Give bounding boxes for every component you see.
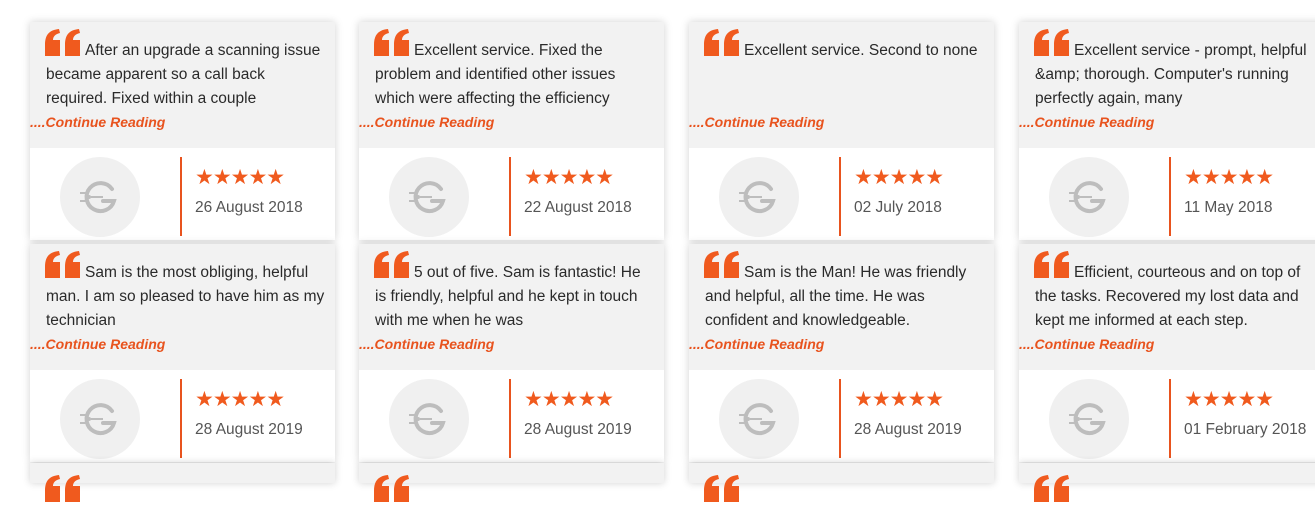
testimonial-card: 5 out of five. Sam is fantastic! He is f…: [359, 244, 664, 462]
star-rating: ★★★★★: [195, 388, 285, 411]
divider: [839, 379, 841, 458]
review-text: After an upgrade a scanning issue became…: [46, 42, 321, 107]
testimonial-body: After an upgrade a scanning issue became…: [30, 22, 335, 148]
quote-icon: [45, 475, 81, 503]
divider: [509, 157, 511, 236]
divider: [180, 379, 182, 458]
avatar: [389, 379, 469, 459]
continue-reading-link[interactable]: ....Continue Reading: [689, 336, 824, 352]
review-text: Excellent service. Fixed the problem and…: [375, 42, 616, 107]
testimonial-body: Excellent service. Second to none ....Co…: [689, 22, 994, 148]
avatar: [719, 379, 799, 459]
avatar: [1049, 157, 1129, 237]
continue-reading-link[interactable]: ....Continue Reading: [359, 114, 494, 130]
review-date: 22 August 2018: [524, 199, 632, 216]
star-rating: ★★★★★: [854, 388, 944, 411]
star-rating: ★★★★★: [524, 388, 614, 411]
review-text: Excellent service - prompt, helpful &amp…: [1035, 42, 1307, 107]
testimonial-card: After an upgrade a scanning issue became…: [30, 22, 335, 240]
review-text: Sam is the most obliging, helpful man. I…: [46, 264, 325, 329]
star-rating: ★★★★★: [854, 166, 944, 189]
testimonial-card-partial: [30, 463, 335, 502]
continue-reading-link[interactable]: ....Continue Reading: [1019, 336, 1154, 352]
avatar: [719, 157, 799, 237]
testimonial-card-partial: [1019, 463, 1315, 502]
testimonial-card-partial: [359, 463, 664, 502]
testimonial-card: Excellent service - prompt, helpful &amp…: [1019, 22, 1315, 240]
divider: [839, 157, 841, 236]
avatar: [1049, 379, 1129, 459]
testimonial-card: Sam is the Man! He was friendly and help…: [689, 244, 994, 462]
review-date: 26 August 2018: [195, 199, 303, 216]
testimonial-body: Sam is the Man! He was friendly and help…: [689, 244, 994, 370]
avatar: [60, 157, 140, 237]
testimonial-body: Efficient, courteous and on top of the t…: [1019, 244, 1315, 370]
testimonial-body: Excellent service - prompt, helpful &amp…: [1019, 22, 1315, 148]
testimonial-card-partial: [689, 463, 994, 502]
continue-reading-link[interactable]: ....Continue Reading: [30, 336, 165, 352]
avatar: [60, 379, 140, 459]
divider: [1169, 157, 1171, 236]
quote-icon: [374, 475, 410, 503]
continue-reading-link[interactable]: ....Continue Reading: [1019, 114, 1154, 130]
testimonial-body: Sam is the most obliging, helpful man. I…: [30, 244, 335, 370]
star-rating: ★★★★★: [1184, 388, 1274, 411]
testimonial-card: Sam is the most obliging, helpful man. I…: [30, 244, 335, 462]
review-date: 02 July 2018: [854, 199, 942, 216]
review-date: 28 August 2019: [854, 421, 962, 438]
continue-reading-link[interactable]: ....Continue Reading: [689, 114, 824, 130]
review-date: 28 August 2019: [524, 421, 632, 438]
review-text: Sam is the Man! He was friendly and help…: [705, 264, 967, 329]
review-date: 11 May 2018: [1184, 199, 1273, 216]
star-rating: ★★★★★: [524, 166, 614, 189]
star-rating: ★★★★★: [195, 166, 285, 189]
review-text: Excellent service. Second to none: [744, 42, 978, 59]
divider: [509, 379, 511, 458]
testimonial-body: 5 out of five. Sam is fantastic! He is f…: [359, 244, 664, 370]
testimonial-card: Efficient, courteous and on top of the t…: [1019, 244, 1315, 462]
testimonial-card: Excellent service. Fixed the problem and…: [359, 22, 664, 240]
divider: [180, 157, 182, 236]
continue-reading-link[interactable]: ....Continue Reading: [359, 336, 494, 352]
avatar: [389, 157, 469, 237]
review-date: 28 August 2019: [195, 421, 303, 438]
quote-icon: [1034, 475, 1070, 503]
continue-reading-link[interactable]: ....Continue Reading: [30, 114, 165, 130]
divider: [1169, 379, 1171, 458]
review-text: Efficient, courteous and on top of the t…: [1035, 264, 1301, 329]
review-text: 5 out of five. Sam is fantastic! He is f…: [375, 264, 641, 329]
quote-icon: [704, 475, 740, 503]
star-rating: ★★★★★: [1184, 166, 1274, 189]
testimonial-body: Excellent service. Fixed the problem and…: [359, 22, 664, 148]
testimonial-card: Excellent service. Second to none ....Co…: [689, 22, 994, 240]
review-date: 01 February 2018: [1184, 421, 1307, 438]
